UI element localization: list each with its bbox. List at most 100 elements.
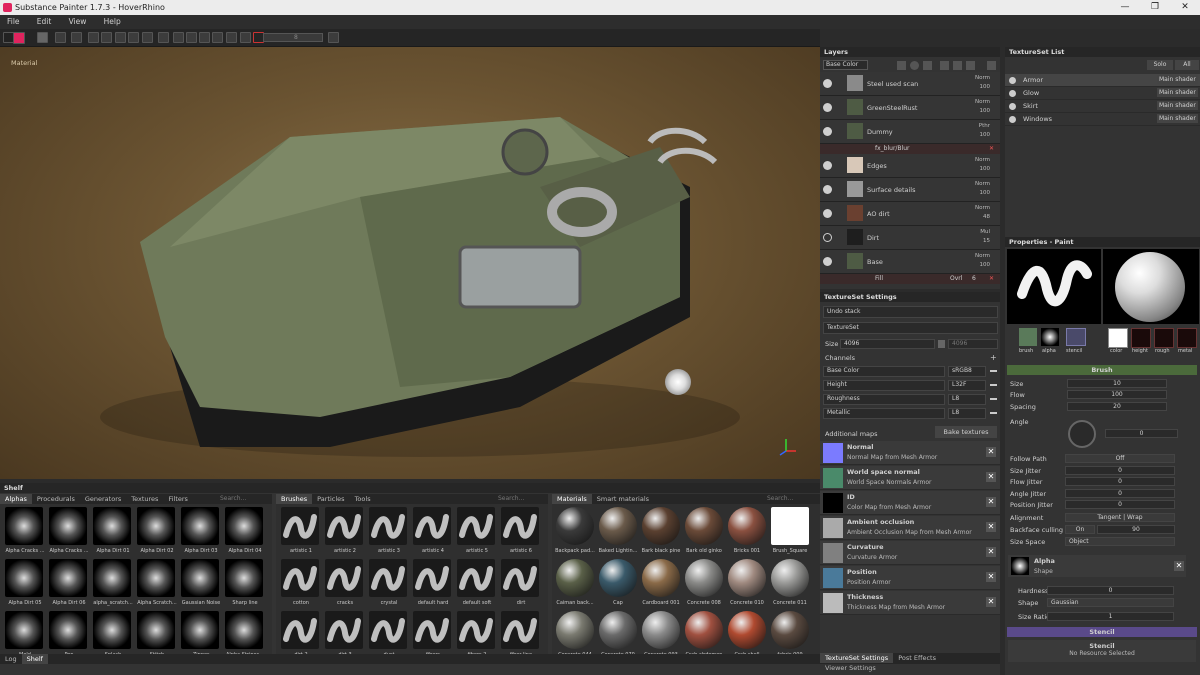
material-thumbnail[interactable] <box>771 611 809 649</box>
stencil-slot[interactable]: Stencil No Resource Selected <box>1008 640 1196 662</box>
tab-generators[interactable]: Generators <box>80 494 126 504</box>
solo-button[interactable]: Solo <box>1147 60 1173 70</box>
map-row[interactable]: Curvature Curvature Armor ✕ <box>820 541 1000 565</box>
visibility-eye-icon[interactable] <box>823 79 832 88</box>
alpha-thumbnail[interactable] <box>5 611 43 649</box>
view-split-icon[interactable] <box>212 32 223 43</box>
stencil-tab-thumb[interactable] <box>1066 328 1086 346</box>
color-picker-icon[interactable] <box>128 32 139 43</box>
tab-shelf[interactable]: Shelf <box>21 654 48 664</box>
alpha-thumbnail[interactable] <box>225 611 263 649</box>
size-width-select[interactable]: 4096 <box>840 339 935 349</box>
alpha-thumbnail[interactable] <box>181 559 219 597</box>
visibility-eye-icon[interactable] <box>823 127 832 136</box>
add-folder-icon[interactable] <box>953 61 962 70</box>
alpha-thumbnail[interactable] <box>225 559 263 597</box>
brush-thumbnail[interactable] <box>413 611 451 649</box>
remove-channel-icon[interactable] <box>990 370 997 372</box>
material-thumbnail[interactable] <box>685 611 723 649</box>
textureset-row[interactable]: Armor Main shader <box>1005 74 1200 87</box>
lock-icon[interactable] <box>938 340 945 348</box>
stencil-section-header[interactable]: Stencil <box>1007 627 1197 637</box>
shader-select[interactable]: Main shader <box>1157 101 1198 110</box>
maximize-button[interactable]: ❐ <box>1140 0 1170 15</box>
brush-thumbnail[interactable] <box>369 559 407 597</box>
rough-swatch[interactable] <box>1154 328 1174 348</box>
textureset-row[interactable]: Glow Main shader <box>1005 87 1200 100</box>
smudge-icon[interactable] <box>101 32 112 43</box>
follow-path-toggle[interactable]: Off <box>1065 454 1175 463</box>
remove-channel-icon[interactable] <box>990 398 997 400</box>
tab-brushes[interactable]: Brushes <box>276 494 313 504</box>
screenshot-icon[interactable] <box>240 32 251 43</box>
layer-row[interactable]: GreenSteelRust Norm 100 <box>820 96 1000 120</box>
material-thumbnail[interactable] <box>556 507 594 545</box>
map-remove-icon[interactable]: ✕ <box>986 497 996 507</box>
add-layer-icon[interactable] <box>940 61 949 70</box>
brush-thumbnail[interactable] <box>501 611 539 649</box>
duplicate-icon[interactable] <box>966 61 975 70</box>
undo-stack-button[interactable]: Undo stack <box>823 306 998 318</box>
brush-thumbnail[interactable] <box>457 611 495 649</box>
shader-select[interactable]: Main shader <box>1157 75 1198 84</box>
metal-swatch[interactable] <box>1177 328 1197 348</box>
menu-help[interactable]: Help <box>104 15 121 29</box>
hardness-slider[interactable]: 0 <box>1047 586 1174 595</box>
spacing-slider[interactable]: 20 <box>1067 402 1167 411</box>
tab-viewer-settings[interactable]: Viewer Settings <box>820 663 881 673</box>
channel-select[interactable]: Base Color <box>823 60 868 70</box>
textureset-button[interactable]: TextureSet <box>823 322 998 334</box>
visibility-eye-icon[interactable] <box>823 103 832 112</box>
alpha-tab-thumb[interactable] <box>1041 328 1059 346</box>
alpha-section[interactable]: Alpha Shape ✕ <box>1008 555 1186 577</box>
map-remove-icon[interactable]: ✕ <box>986 547 996 557</box>
3d-viewport[interactable]: Material <box>0 47 820 479</box>
channel-format-select[interactable]: sRGB8 <box>948 366 986 377</box>
add-mask-icon[interactable] <box>910 61 919 70</box>
blur-effect-remove-icon[interactable]: ✕ <box>989 144 994 154</box>
channel-format-select[interactable]: L32F <box>948 380 986 391</box>
tab-log[interactable]: Log <box>0 654 22 664</box>
visibility-eye-icon[interactable] <box>823 209 832 218</box>
flow-jitter-slider[interactable]: 0 <box>1065 477 1175 486</box>
menu-edit[interactable]: Edit <box>37 15 52 29</box>
add-effect-icon[interactable] <box>897 61 906 70</box>
textureset-eye-icon[interactable] <box>1009 103 1016 110</box>
map-row[interactable]: ID Color Map from Mesh Armor ✕ <box>820 491 1000 515</box>
alpha-thumbnail[interactable] <box>225 507 263 545</box>
map-remove-icon[interactable]: ✕ <box>986 447 996 457</box>
brush-section-header[interactable]: Brush <box>1007 365 1197 375</box>
alpha-remove-icon[interactable]: ✕ <box>1174 561 1184 571</box>
symmetry-x-icon[interactable] <box>158 32 169 43</box>
brush-thumbnail[interactable] <box>281 559 319 597</box>
brush-thumbnail[interactable] <box>281 507 319 545</box>
tab-tools[interactable]: Tools <box>350 494 376 504</box>
size-space-select[interactable]: Object <box>1065 537 1175 546</box>
alpha-thumbnail[interactable] <box>49 611 87 649</box>
material-thumbnail[interactable] <box>728 507 766 545</box>
alpha-thumbnail[interactable] <box>93 611 131 649</box>
tab-alphas[interactable]: Alphas <box>0 494 32 504</box>
textureset-row[interactable]: Skirt Main shader <box>1005 100 1200 113</box>
material-thumbnail[interactable] <box>642 559 680 597</box>
angle-field[interactable]: 0 <box>1105 429 1178 438</box>
channel-name[interactable]: Metallic <box>823 408 945 419</box>
view-3d-icon[interactable] <box>199 32 210 43</box>
map-remove-icon[interactable]: ✕ <box>986 472 996 482</box>
close-button[interactable]: ✕ <box>1170 0 1200 15</box>
channel-name[interactable]: Roughness <box>823 394 945 405</box>
symmetry-icon[interactable] <box>142 32 153 43</box>
channel-format-select[interactable]: L8 <box>948 394 986 405</box>
material-thumbnail[interactable] <box>642 507 680 545</box>
color-swatch[interactable] <box>1108 328 1128 348</box>
add-fill-icon[interactable] <box>923 61 932 70</box>
fill-effect-row[interactable]: Fill Ovrl 6 ✕ <box>820 274 1000 284</box>
position-jitter-slider[interactable]: 0 <box>1065 500 1175 509</box>
angle-jitter-slider[interactable]: 0 <box>1065 489 1175 498</box>
blur-effect-row[interactable]: fx_blur/Blur ✕ <box>820 144 1000 154</box>
alpha-thumbnail[interactable] <box>93 559 131 597</box>
polygon-fill-icon[interactable] <box>88 32 99 43</box>
material-thumbnail[interactable] <box>685 559 723 597</box>
tab-filters[interactable]: Filters <box>163 494 192 504</box>
alpha-thumbnail[interactable] <box>49 507 87 545</box>
